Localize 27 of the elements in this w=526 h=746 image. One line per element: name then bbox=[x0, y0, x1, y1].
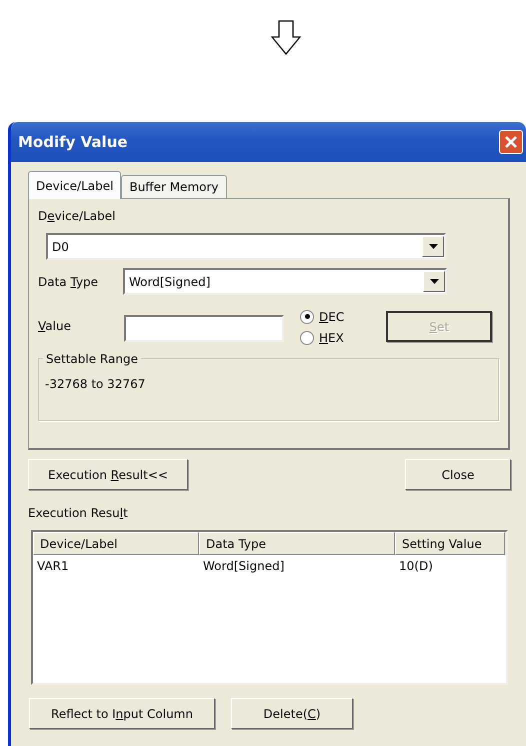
data-type-combo[interactable]: Word[Signed] bbox=[123, 268, 447, 295]
tab[interactable]: Buffer Memory bbox=[121, 175, 227, 198]
close-icon[interactable] bbox=[499, 130, 523, 154]
down-arrow-icon bbox=[271, 20, 301, 55]
close-button[interactable]: Close bbox=[405, 459, 511, 490]
radio-button[interactable] bbox=[300, 310, 314, 324]
field-label: Device/Label bbox=[38, 208, 116, 225]
field-label: Data Type bbox=[38, 274, 100, 290]
column-header[interactable]: Setting Value bbox=[395, 532, 505, 555]
range-text: -32768 to 32767 bbox=[45, 376, 146, 393]
device-label-combo[interactable]: D0 bbox=[46, 233, 446, 260]
radio-button[interactable] bbox=[300, 330, 314, 344]
table-cell-text: Word[Signed] bbox=[202, 558, 286, 575]
radio-label: DEC bbox=[319, 308, 344, 326]
tab[interactable]: Device/Label bbox=[28, 171, 122, 199]
section-label: Execution Result bbox=[28, 505, 129, 522]
field-label: Value bbox=[38, 318, 72, 335]
action-button[interactable]: Delete(C) bbox=[231, 698, 353, 729]
window-title: Modify Value bbox=[18, 132, 128, 153]
execution-result-button[interactable]: Execution Result<< bbox=[28, 459, 188, 490]
action-button[interactable]: Reflect to Input Column bbox=[29, 698, 215, 729]
column-header[interactable]: Device/Label bbox=[33, 532, 199, 555]
table-cell-text: VAR1 bbox=[36, 558, 70, 575]
radio-label: HEX bbox=[319, 330, 344, 346]
table-cell-text: 10(D) bbox=[398, 558, 434, 575]
column-header[interactable]: Data Type bbox=[199, 532, 395, 555]
value-input[interactable] bbox=[124, 315, 284, 342]
